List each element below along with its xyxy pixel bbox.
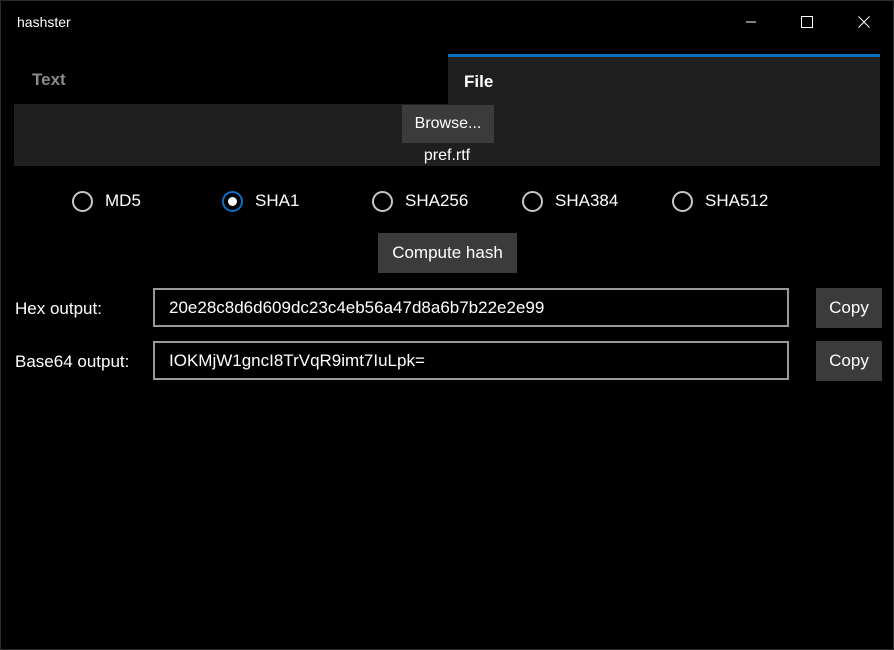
- radio-label-sha256: SHA256: [405, 191, 469, 210]
- close-button[interactable]: [836, 1, 892, 43]
- minimize-icon: [746, 21, 756, 23]
- radio-circle[interactable]: [372, 190, 393, 212]
- tab-file-label: File: [464, 71, 494, 91]
- file-panel: Browse... pref.rtf: [14, 104, 880, 166]
- maximize-button[interactable]: [779, 1, 835, 43]
- radio-sha1[interactable]: SHA1: [222, 187, 299, 215]
- tab-text[interactable]: Text: [1, 57, 448, 103]
- base64-output-label: Base64 output:: [15, 352, 130, 371]
- radio-label-sha512: SHA512: [705, 191, 769, 210]
- radio-sha256[interactable]: SHA256: [372, 187, 468, 215]
- hex-output-field[interactable]: [153, 288, 789, 327]
- close-icon: [858, 16, 870, 28]
- base64-output-field[interactable]: [153, 341, 789, 380]
- app-window: hashster Text File Browse... pref.rtf MD…: [0, 0, 894, 650]
- radio-circle-checked[interactable]: [222, 190, 243, 212]
- tab-file[interactable]: File: [448, 54, 880, 106]
- compute-hash-button[interactable]: Compute hash: [378, 233, 517, 273]
- radio-circle[interactable]: [522, 190, 543, 212]
- radio-md5[interactable]: MD5: [72, 187, 141, 215]
- copy-base64-button[interactable]: Copy: [816, 341, 882, 381]
- browse-button[interactable]: Browse...: [402, 105, 494, 143]
- radio-label-sha1: SHA1: [255, 191, 300, 210]
- title-bar[interactable]: hashster: [1, 1, 893, 43]
- selected-file-name: pref.rtf: [423, 147, 471, 164]
- tab-text-label: Text: [32, 70, 66, 89]
- hex-output-label: Hex output:: [15, 299, 102, 318]
- copy-hex-button[interactable]: Copy: [816, 288, 882, 328]
- radio-sha384[interactable]: SHA384: [522, 187, 618, 215]
- radio-sha512[interactable]: SHA512: [672, 187, 768, 215]
- radio-label-md5: MD5: [105, 191, 141, 210]
- radio-circle[interactable]: [72, 190, 93, 212]
- radio-dot: [228, 196, 237, 206]
- radio-circle[interactable]: [672, 190, 693, 212]
- window-title: hashster: [17, 14, 71, 30]
- minimize-button[interactable]: [723, 1, 779, 43]
- radio-label-sha384: SHA384: [555, 191, 619, 210]
- maximize-icon: [801, 16, 813, 28]
